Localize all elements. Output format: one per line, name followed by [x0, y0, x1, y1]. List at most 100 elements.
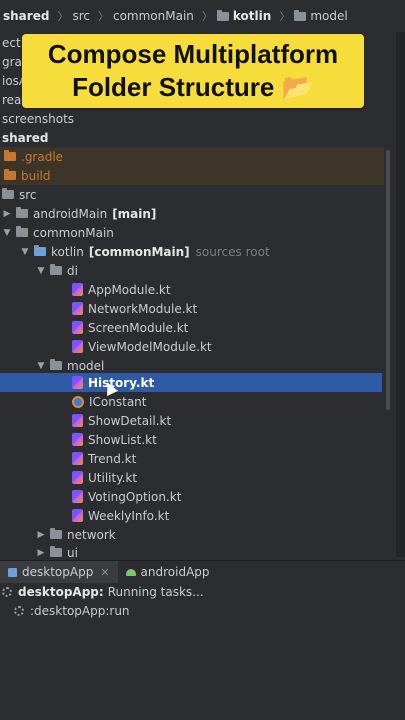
breadcrumb-shared[interactable]: shared	[3, 9, 49, 23]
kotlin-file-icon	[72, 490, 83, 503]
tree-label: ect	[2, 35, 21, 50]
chevron-right-icon: 〉	[97, 10, 109, 23]
tree-item-file[interactable]: ViewModelModule.kt	[72, 337, 212, 356]
tree-item-file[interactable]: WeeklyInfo.kt	[72, 506, 169, 525]
tree-item-file[interactable]: ScreenModule.kt	[72, 318, 188, 337]
kotlin-file-icon	[72, 452, 83, 465]
tree-label: .gradle	[21, 149, 64, 164]
folder-icon	[216, 9, 229, 21]
tree-tag: [commonMain]	[88, 244, 190, 259]
folder-icon	[16, 226, 28, 237]
chevron-down-icon[interactable]: ▼	[20, 247, 30, 257]
tree-item-commonmain[interactable]: ▼ commonMain	[2, 223, 114, 242]
project-tree: ect gra iosApp readme screenshots shared…	[0, 32, 384, 557]
tab-label: desktopApp	[22, 565, 94, 579]
run-task-status: Running tasks...	[107, 585, 204, 599]
tree-label: ScreenModule.kt	[88, 320, 189, 335]
kotlin-file-icon	[72, 376, 83, 389]
tree-label: History.kt	[88, 375, 155, 390]
chevron-down-icon[interactable]: ▼	[36, 361, 46, 371]
loading-spinner-icon	[14, 606, 24, 616]
chevron-right-icon: 〉	[57, 10, 69, 23]
tree-item-file[interactable]: Trend.kt	[72, 449, 136, 468]
folder-icon	[16, 207, 28, 218]
close-icon[interactable]: ✕	[100, 566, 109, 579]
tree-label: Utility.kt	[88, 470, 138, 485]
source-folder-icon	[34, 245, 46, 256]
tree-item-file[interactable]: ShowDetail.kt	[72, 411, 171, 430]
tree-label: IConstant	[89, 394, 147, 409]
tree-item-partial[interactable]: ect	[2, 33, 21, 52]
breadcrumb-model[interactable]: model	[294, 9, 348, 23]
folder-icon	[4, 150, 16, 161]
breadcrumb-src[interactable]: src	[72, 9, 90, 23]
banner-line-2: Folder Structure 📂	[22, 71, 364, 104]
chevron-right-icon[interactable]: ▶	[36, 530, 46, 540]
tree-label: screenshots	[2, 111, 75, 126]
tab-androidapp[interactable]: androidApp	[118, 561, 218, 583]
chevron-down-icon[interactable]: ▼	[36, 266, 46, 276]
tree-item-androidmain[interactable]: ▶ androidMain [main]	[2, 204, 157, 223]
breadcrumb-model-label: model	[310, 9, 348, 23]
tree-label: ShowDetail.kt	[88, 413, 172, 428]
android-icon	[125, 568, 136, 576]
tree-label: AppModule.kt	[88, 282, 171, 297]
tree-item-file[interactable]: AppModule.kt	[72, 280, 171, 299]
kotlin-file-icon	[72, 471, 83, 484]
side-strip	[396, 32, 405, 557]
tree-item-ui[interactable]: ▶ ui	[36, 543, 78, 557]
tree-item-screenshots[interactable]: screenshots	[2, 109, 74, 128]
tree-label: ShowList.kt	[88, 432, 157, 447]
breadcrumb-kotlin[interactable]: kotlin	[216, 9, 271, 23]
tree-label: src	[19, 187, 37, 202]
chevron-right-icon[interactable]: ▶	[2, 209, 12, 219]
tree-item-partial[interactable]: gra	[2, 52, 22, 71]
tree-label: VotingOption.kt	[88, 489, 182, 504]
title-banner: Compose Multiplatform Folder Structure 📂	[22, 34, 364, 108]
tree-label: WeeklyInfo.kt	[88, 508, 170, 523]
tree-item-src[interactable]: src	[2, 185, 37, 204]
tree-item-di[interactable]: ▼ di	[36, 261, 78, 280]
tree-item-build[interactable]: build	[0, 166, 384, 185]
breadcrumb: shared 〉 src 〉 commonMain 〉 kotlin 〉 mod…	[0, 0, 405, 32]
kotlin-file-icon	[72, 433, 83, 446]
tree-item-shared[interactable]: shared	[2, 128, 48, 147]
banner-line-2-text: Folder Structure	[72, 72, 275, 102]
tree-label: gra	[2, 54, 22, 69]
tab-label: androidApp	[140, 565, 210, 579]
tree-label: androidMain	[33, 206, 108, 221]
tree-item-file[interactable]: ShowList.kt	[72, 430, 157, 449]
tree-item-file[interactable]: NetworkModule.kt	[72, 299, 197, 318]
tree-label: ViewModelModule.kt	[88, 339, 212, 354]
breadcrumb-commonmain[interactable]: commonMain	[113, 9, 194, 23]
tree-item-network[interactable]: ▶ network	[36, 525, 116, 544]
tree-item-file[interactable]: VotingOption.kt	[72, 487, 181, 506]
chevron-down-icon[interactable]: ▼	[2, 228, 12, 238]
tree-hint: sources root	[195, 244, 270, 259]
run-subtask-row[interactable]: :desktopApp:run	[14, 604, 130, 618]
tree-tag: [main]	[112, 206, 157, 221]
chevron-right-icon: 〉	[279, 10, 291, 23]
desktop-icon	[8, 567, 17, 577]
folder-icon	[294, 9, 307, 21]
tree-scrollbar[interactable]	[386, 150, 390, 410]
chevron-right-icon: 〉	[201, 10, 213, 23]
folder-icon	[50, 546, 62, 557]
kotlin-interface-icon	[72, 395, 84, 408]
tree-label: kotlin	[51, 244, 84, 259]
tree-label: build	[21, 168, 51, 183]
folder-icon	[50, 528, 62, 539]
chevron-right-icon[interactable]: ▶	[36, 548, 46, 558]
tab-desktopapp[interactable]: desktopApp ✕	[0, 561, 118, 583]
kotlin-file-icon	[72, 414, 83, 427]
tree-item-kotlin[interactable]: ▼ kotlin [commonMain] sources root	[20, 242, 270, 261]
tree-label: model	[67, 358, 105, 373]
tree-label: ui	[67, 545, 78, 558]
run-task-row[interactable]: desktopApp: Running tasks...	[2, 585, 204, 599]
tree-item-file-selected[interactable]: History.kt	[0, 373, 382, 392]
tree-label: shared	[2, 130, 49, 145]
folder-icon	[50, 359, 62, 370]
tree-item-file[interactable]: Utility.kt	[72, 468, 137, 487]
run-task-title: desktopApp:	[18, 585, 104, 599]
tree-item-gradle[interactable]: .gradle	[0, 147, 384, 166]
